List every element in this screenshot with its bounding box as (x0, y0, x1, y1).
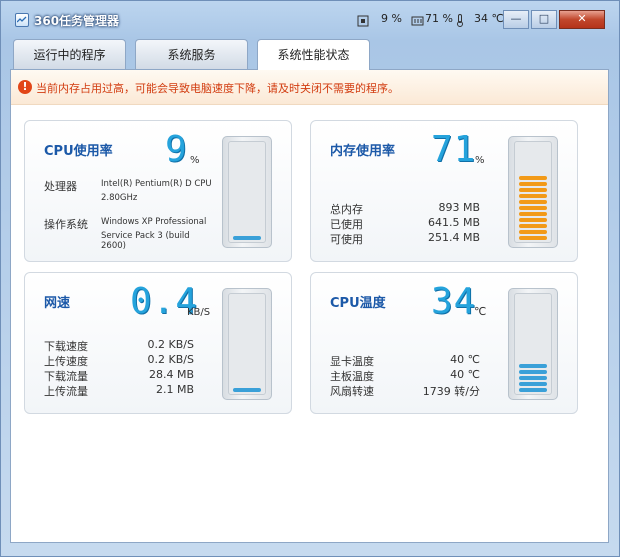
network-speed-unit: KB/S (187, 307, 211, 318)
maximize-button[interactable]: □ (531, 10, 557, 29)
exclamation-icon: ! (18, 80, 32, 94)
tab-system-services[interactable]: 系统服务 (135, 39, 248, 69)
temp-row-gpu: 显卡温度 40 ℃ (330, 353, 480, 368)
board-temp-label: 主板温度 (330, 370, 374, 383)
temp-row-fan: 风扇转速 1739 转/分 (330, 383, 480, 398)
memory-meter-bar (519, 218, 547, 222)
cpu-usage-unit: % (190, 155, 200, 166)
temperature-meter-bar (519, 382, 547, 386)
network-row-upload-speed: 上传速度 0.2 KB/S (44, 353, 194, 368)
memory-meter-bar (519, 182, 547, 186)
os-label: 操作系统 (44, 218, 88, 231)
total-memory-label: 总内存 (330, 203, 363, 216)
memory-usage-status: 71 % (425, 12, 453, 25)
memory-meter-bar (519, 236, 547, 240)
memory-row-available: 可使用 251.4 MB (330, 231, 480, 246)
memory-usage-unit: % (475, 155, 485, 166)
memory-meter (508, 136, 558, 248)
memory-meter-bar (519, 200, 547, 204)
warning-text: 当前内存占用过高，可能会导致电脑速度下降，请及时关闭不需要的程序。 (36, 82, 399, 95)
download-speed-value: 0.2 KB/S (147, 338, 194, 351)
memory-usage-value: 71 (431, 129, 477, 170)
cpu-meter-bar (233, 236, 261, 240)
network-row-download-traffic: 下载流量 28.4 MB (44, 368, 194, 383)
temperature-meter-bar (519, 370, 547, 374)
processor-value: Intel(R) Pentium(R) D CPU (101, 179, 212, 189)
temperature-meter (508, 288, 558, 400)
available-memory-value: 251.4 MB (427, 231, 480, 244)
temperature-panel-title: CPU温度 (330, 296, 386, 311)
cpu-usage-status: 9 % (381, 12, 402, 25)
network-info: 下载速度 0.2 KB/S 上传速度 0.2 KB/S 下载流量 28.4 MB 上传… (44, 338, 194, 398)
available-memory-label: 可使用 (330, 233, 363, 246)
thermometer-icon (455, 12, 465, 31)
network-row-upload-traffic: 上传流量 2.1 MB (44, 383, 194, 398)
tab-running-programs[interactable]: 运行中的程序 (13, 39, 126, 69)
memory-meter-bar (519, 176, 547, 180)
total-memory-value: 893 MB (438, 201, 480, 214)
used-memory-value: 641.5 MB (427, 216, 480, 229)
memory-meter-bar (519, 194, 547, 198)
gpu-temp-value: 40 ℃ (450, 353, 480, 366)
memory-meter-bar (519, 230, 547, 234)
memory-meter-bar (519, 212, 547, 216)
network-panel: 网速 0.4 KB/S 下载速度 0.2 KB/S 上传速度 0.2 KB/S 下载… (24, 272, 292, 414)
temperature-meter-bar (519, 376, 547, 380)
upload-traffic-label: 上传流量 (44, 385, 88, 398)
task-manager-window: 360任务管理器 9 % 71 % 34 ℃ — □ ✕ 运行中的程序 系统服务… (0, 0, 620, 557)
memory-meter-bar (519, 224, 547, 228)
processor-speed: 2.80GHz (101, 193, 138, 203)
processor-label: 处理器 (44, 180, 77, 193)
memory-meter-bar (519, 206, 547, 210)
cpu-panel: CPU使用率 9 % 处理器 Intel(R) Pentium(R) D CPU… (24, 120, 292, 262)
temperature-panel: CPU温度 34 ℃ 显卡温度 40 ℃ 主板温度 40 ℃ 风扇转速 1739 转/… (310, 272, 578, 414)
temperature-meter-bar (519, 388, 547, 392)
download-traffic-value: 28.4 MB (148, 368, 194, 381)
window-title: 360任务管理器 (34, 14, 120, 28)
upload-speed-label: 上传速度 (44, 355, 88, 368)
memory-panel: 内存使用率 71 % 总内存 893 MB 已使用 641.5 MB 可使用 251.… (310, 120, 578, 262)
minimize-button[interactable]: — (503, 10, 529, 29)
board-temp-value: 40 ℃ (450, 368, 480, 381)
temperature-meter-bar (519, 364, 547, 368)
cpu-temperature-value: 34 (431, 281, 477, 322)
cpu-info: 处理器 Intel(R) Pentium(R) D CPU 2.80GHz 操作… (44, 178, 214, 251)
app-icon (15, 13, 29, 27)
network-panel-title: 网速 (44, 296, 71, 311)
cpu-usage-value: 9 (165, 129, 188, 170)
memory-meter-bar (519, 188, 547, 192)
upload-traffic-value: 2.1 MB (155, 383, 194, 396)
temperature-info: 显卡温度 40 ℃ 主板温度 40 ℃ 风扇转速 1739 转/分 (330, 353, 480, 398)
title-bar[interactable]: 360任务管理器 9 % 71 % 34 ℃ — □ ✕ (1, 1, 619, 37)
close-button[interactable]: ✕ (559, 10, 605, 29)
memory-row-total: 总内存 893 MB (330, 201, 480, 216)
cpu-temperature-unit: ℃ (474, 305, 487, 318)
memory-icon (411, 12, 424, 31)
memory-panel-title: 内存使用率 (330, 144, 396, 159)
download-speed-label: 下载速度 (44, 340, 88, 353)
network-row-download-speed: 下载速度 0.2 KB/S (44, 338, 194, 353)
temperature-status: 34 ℃ (474, 12, 504, 25)
network-meter-bar (233, 388, 261, 392)
tab-system-performance[interactable]: 系统性能状态 (257, 39, 370, 70)
memory-row-used: 已使用 641.5 MB (330, 216, 480, 231)
download-traffic-label: 下载流量 (44, 370, 88, 383)
cpu-panel-title: CPU使用率 (44, 144, 113, 159)
memory-warning-bar: ! 当前内存占用过高，可能会导致电脑速度下降，请及时关闭不需要的程序。 (11, 70, 608, 105)
fan-speed-value: 1739 转/分 (422, 385, 480, 398)
cpu-meter (222, 136, 272, 248)
gpu-temp-label: 显卡温度 (330, 355, 374, 368)
performance-content: ! 当前内存占用过高，可能会导致电脑速度下降，请及时关闭不需要的程序。 CPU使… (10, 69, 609, 543)
memory-info: 总内存 893 MB 已使用 641.5 MB 可使用 251.4 MB (330, 201, 480, 246)
cpu-chip-icon (357, 12, 369, 31)
used-memory-label: 已使用 (330, 218, 363, 231)
upload-speed-value: 0.2 KB/S (147, 353, 194, 366)
network-meter (222, 288, 272, 400)
os-value: Windows XP Professional (101, 217, 207, 227)
temp-row-board: 主板温度 40 ℃ (330, 368, 480, 383)
os-service-pack: Service Pack 3 (build 2600) (101, 231, 190, 251)
fan-speed-label: 风扇转速 (330, 385, 374, 398)
